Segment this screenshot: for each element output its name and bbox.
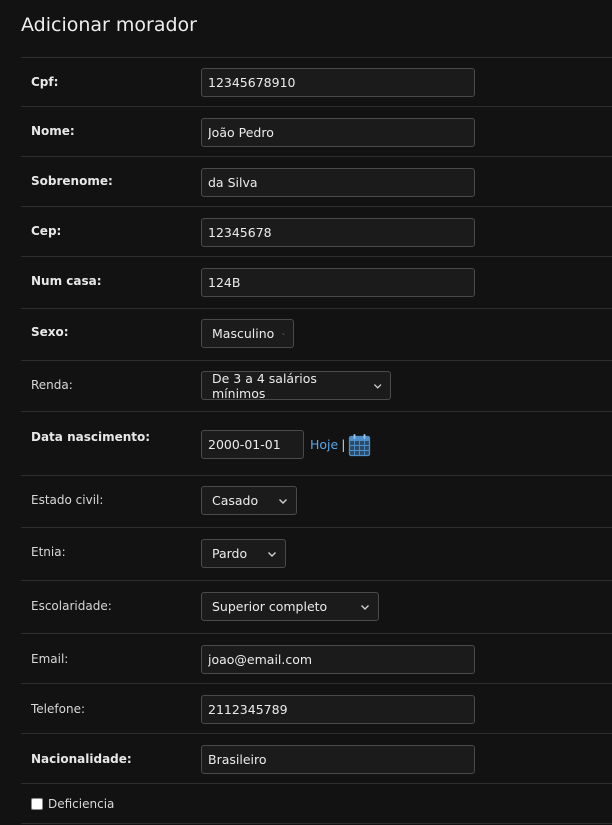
sobrenome-input[interactable] [201, 168, 475, 197]
date-picker: Hoje | [201, 430, 371, 459]
chevron-down-icon [279, 498, 287, 504]
sexo-select[interactable]: Masculino [201, 319, 294, 348]
row-estado-civil: Estado civil: Casado [21, 475, 612, 528]
etnia-select-value: Pardo [212, 546, 248, 561]
escolaridade-select-value: Superior completo [212, 599, 328, 614]
row-escolaridade: Escolaridade: Superior completo [21, 580, 612, 634]
row-deficiencia: Deficiencia [21, 783, 612, 824]
nome-label: Nome: [31, 124, 75, 138]
data-nascimento-label: Data nascimento: [31, 430, 151, 444]
estado-civil-label: Estado civil: [31, 493, 104, 507]
separator: | [341, 437, 346, 452]
row-etnia: Etnia: Pardo [21, 527, 612, 581]
cep-label: Cep: [31, 224, 62, 238]
telefone-label: Telefone: [31, 702, 85, 716]
deficiencia-checkbox[interactable] [31, 798, 43, 810]
sexo-select-value: Masculino [212, 326, 275, 341]
row-renda: Renda: De 3 a 4 salários mínimos [21, 360, 612, 412]
row-num-casa: Num casa: [21, 256, 612, 309]
escolaridade-label: Escolaridade: [31, 599, 112, 613]
etnia-label: Etnia: [31, 545, 66, 559]
renda-select[interactable]: De 3 a 4 salários mínimos [201, 370, 391, 401]
renda-label: Renda: [31, 378, 73, 392]
estado-civil-select[interactable]: Casado [201, 486, 297, 515]
nacionalidade-input[interactable] [201, 745, 475, 774]
nacionalidade-label: Nacionalidade: [31, 752, 132, 766]
deficiencia-label[interactable]: Deficiencia [48, 797, 114, 811]
row-nacionalidade: Nacionalidade: [21, 733, 612, 784]
page-title: Adicionar morador [21, 14, 197, 36]
row-nome: Nome: [21, 106, 612, 157]
cpf-label: Cpf: [31, 75, 59, 89]
sobrenome-label: Sobrenome: [31, 174, 113, 188]
email-input[interactable] [201, 645, 475, 674]
num-casa-input[interactable] [201, 268, 475, 297]
data-nascimento-input[interactable] [201, 430, 304, 459]
row-telefone: Telefone: [21, 683, 612, 734]
telefone-input[interactable] [201, 695, 475, 724]
email-label: Email: [31, 652, 69, 666]
num-casa-label: Num casa: [31, 274, 102, 288]
row-sexo: Sexo: Masculino [21, 308, 612, 361]
today-link[interactable]: Hoje [310, 437, 338, 452]
row-cep: Cep: [21, 206, 612, 257]
row-cpf: Cpf: [21, 57, 612, 107]
chevron-down-icon [361, 604, 369, 610]
chevron-down-icon [268, 551, 276, 557]
chevron-down-icon [282, 332, 285, 335]
deficiencia-option: Deficiencia [31, 797, 114, 811]
chevron-down-icon [373, 383, 382, 389]
escolaridade-select[interactable]: Superior completo [201, 592, 379, 621]
row-data-nascimento: Data nascimento: Hoje | [21, 411, 612, 476]
renda-select-value: De 3 a 4 salários mínimos [212, 370, 317, 401]
etnia-select[interactable]: Pardo [201, 539, 286, 568]
row-sobrenome: Sobrenome: [21, 156, 612, 207]
cep-input[interactable] [201, 218, 475, 247]
estado-civil-select-value: Casado [212, 493, 259, 508]
sexo-label: Sexo: [31, 325, 69, 339]
cpf-input[interactable] [201, 68, 475, 97]
nome-input[interactable] [201, 118, 475, 147]
calendar-icon[interactable] [348, 433, 371, 457]
row-email: Email: [21, 633, 612, 684]
